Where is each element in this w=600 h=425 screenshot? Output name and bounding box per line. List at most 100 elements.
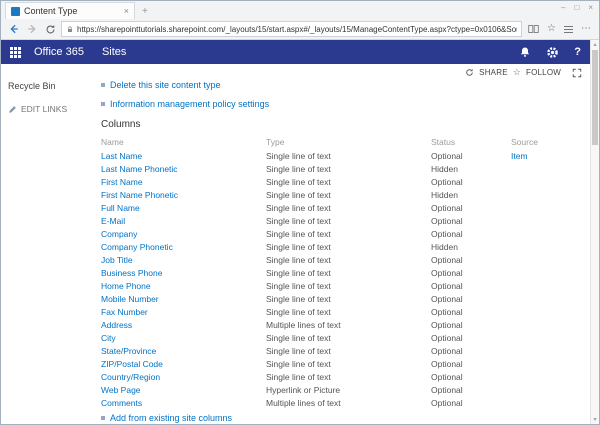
column-row: Country/Region Single line of textOptiona… bbox=[101, 370, 579, 383]
browser-nav-bar: https://sharepointtutorials.sharepoint.c… bbox=[1, 19, 599, 40]
column-name-link[interactable]: Web Page bbox=[101, 385, 141, 395]
column-name-link[interactable]: Last Name bbox=[101, 151, 142, 161]
policy-settings-link[interactable]: Information management policy settings bbox=[110, 99, 269, 109]
column-name-link[interactable]: First Name Phonetic bbox=[101, 190, 178, 200]
close-button[interactable]: × bbox=[588, 3, 593, 13]
column-name-link[interactable]: E-Mail bbox=[101, 216, 125, 226]
column-name-link[interactable]: Country/Region bbox=[101, 372, 160, 382]
column-row: Business PhoneSingle line of textOptiona… bbox=[101, 266, 579, 279]
columns-table: Name Type Status Source Last NameSingle … bbox=[101, 134, 579, 409]
follow-button[interactable]: FOLLOW bbox=[526, 68, 561, 77]
column-name-link[interactable]: Address bbox=[101, 320, 132, 330]
column-name-link[interactable]: Mobile Number bbox=[101, 294, 159, 304]
column-type-cell: Single line of text bbox=[266, 266, 431, 279]
column-name-link[interactable]: Fax Number bbox=[101, 307, 148, 317]
minimize-button[interactable]: – bbox=[561, 3, 565, 13]
window-controls: – □ × bbox=[561, 3, 593, 13]
sidebar-edit-links[interactable]: EDIT LINKS bbox=[8, 104, 98, 114]
column-source-cell bbox=[511, 227, 579, 240]
column-status-cell: Optional bbox=[431, 344, 511, 357]
favorites-star-icon[interactable]: ☆ bbox=[545, 23, 558, 35]
tab-close-icon[interactable]: × bbox=[124, 7, 129, 16]
column-name-link[interactable]: State/Province bbox=[101, 346, 156, 356]
column-status-cell: Optional bbox=[431, 318, 511, 331]
tab-title: Content Type bbox=[24, 6, 120, 16]
browser-tab[interactable]: Content Type × bbox=[5, 2, 135, 19]
column-name-link[interactable]: ZIP/Postal Code bbox=[101, 359, 163, 369]
browser-window: Content Type × + – □ × https://sharepoin… bbox=[0, 0, 600, 425]
column-source-cell bbox=[511, 292, 579, 305]
edit-links-label: EDIT LINKS bbox=[21, 104, 67, 114]
column-name-cell: Address bbox=[101, 318, 266, 331]
more-icon[interactable]: ⋯ bbox=[579, 23, 593, 35]
column-source-cell bbox=[511, 214, 579, 227]
column-name-cell: Company Phonetic bbox=[101, 240, 266, 253]
column-name-link[interactable]: Last Name Phonetic bbox=[101, 164, 178, 174]
column-row: Job TitleSingle line of textOptional bbox=[101, 253, 579, 266]
column-name-cell: E-Mail bbox=[101, 214, 266, 227]
column-type-cell: Single line of text bbox=[266, 292, 431, 305]
column-row: First Name PhoneticSingle line of textHi… bbox=[101, 188, 579, 201]
column-status-cell: Optional bbox=[431, 305, 511, 318]
column-name-cell: City bbox=[101, 331, 266, 344]
bullet-icon bbox=[101, 416, 105, 420]
reading-view-icon[interactable] bbox=[526, 24, 541, 34]
column-row: Last NameSingle line of textOptionalItem bbox=[101, 149, 579, 162]
column-name-link[interactable]: Home Phone bbox=[101, 281, 151, 291]
sidebar-recycle-bin[interactable]: Recycle Bin bbox=[8, 81, 98, 91]
column-name-link[interactable]: City bbox=[101, 333, 116, 343]
column-status-cell: Optional bbox=[431, 227, 511, 240]
column-type-cell: Single line of text bbox=[266, 331, 431, 344]
scroll-up-icon[interactable]: ▴ bbox=[591, 41, 599, 48]
column-source-cell: Item bbox=[511, 149, 579, 162]
column-name-cell: First Name bbox=[101, 175, 266, 188]
settings-gear-icon[interactable] bbox=[546, 46, 559, 59]
column-name-link[interactable]: Comments bbox=[101, 398, 142, 408]
column-status-cell: Optional bbox=[431, 149, 511, 162]
sites-nav-item[interactable]: Sites bbox=[102, 46, 126, 58]
column-source-link[interactable]: Item bbox=[511, 151, 528, 161]
add-existing-columns-link[interactable]: Add from existing site columns bbox=[110, 413, 232, 423]
address-bar[interactable]: https://sharepointtutorials.sharepoint.c… bbox=[61, 21, 522, 37]
column-type-cell: Single line of text bbox=[266, 370, 431, 383]
maximize-button[interactable]: □ bbox=[574, 3, 579, 13]
column-name-link[interactable]: Business Phone bbox=[101, 268, 162, 278]
bullet-icon bbox=[101, 102, 105, 106]
column-name-link[interactable]: Company Phonetic bbox=[101, 242, 173, 252]
column-row: State/ProvinceSingle line of textOptiona… bbox=[101, 344, 579, 357]
suite-bar: Office 365 Sites ? bbox=[1, 40, 590, 64]
column-row: Web PageHyperlink or PictureOptional bbox=[101, 383, 579, 396]
scroll-down-icon[interactable]: ▾ bbox=[591, 416, 599, 423]
vertical-scrollbar[interactable]: ▴ ▾ bbox=[590, 40, 599, 424]
delete-content-type-link[interactable]: Delete this site content type bbox=[110, 80, 221, 90]
scrollbar-thumb[interactable] bbox=[592, 50, 598, 145]
column-source-cell bbox=[511, 331, 579, 344]
column-source-cell bbox=[511, 253, 579, 266]
focus-on-content-button[interactable] bbox=[572, 68, 582, 78]
column-type-cell: Hyperlink or Picture bbox=[266, 383, 431, 396]
column-type-cell: Single line of text bbox=[266, 175, 431, 188]
column-name-cell: ZIP/Postal Code bbox=[101, 357, 266, 370]
column-name-link[interactable]: First Name bbox=[101, 177, 143, 187]
hub-icon[interactable] bbox=[562, 26, 575, 33]
forward-button[interactable] bbox=[25, 22, 39, 36]
tab-favicon-icon bbox=[11, 7, 20, 16]
page-viewport: Office 365 Sites ? SHARE ☆ FOLLOW bbox=[1, 40, 599, 424]
column-name-link[interactable]: Full Name bbox=[101, 203, 140, 213]
help-button[interactable]: ? bbox=[574, 46, 581, 58]
notifications-bell-icon[interactable] bbox=[519, 46, 531, 58]
pencil-icon bbox=[8, 105, 17, 114]
column-status-cell: Optional bbox=[431, 357, 511, 370]
column-row: Full NameSingle line of textOptional bbox=[101, 201, 579, 214]
new-tab-button[interactable]: + bbox=[138, 5, 152, 19]
office365-brand[interactable]: Office 365 bbox=[34, 46, 84, 58]
app-launcher-icon[interactable] bbox=[10, 47, 21, 58]
column-name-link[interactable]: Job Title bbox=[101, 255, 133, 265]
refresh-button[interactable] bbox=[43, 22, 57, 36]
back-button[interactable] bbox=[7, 22, 21, 36]
share-button[interactable]: SHARE bbox=[479, 68, 508, 77]
column-type-cell: Multiple lines of text bbox=[266, 318, 431, 331]
column-name-cell: State/Province bbox=[101, 344, 266, 357]
column-status-cell: Optional bbox=[431, 370, 511, 383]
column-name-link[interactable]: Company bbox=[101, 229, 137, 239]
